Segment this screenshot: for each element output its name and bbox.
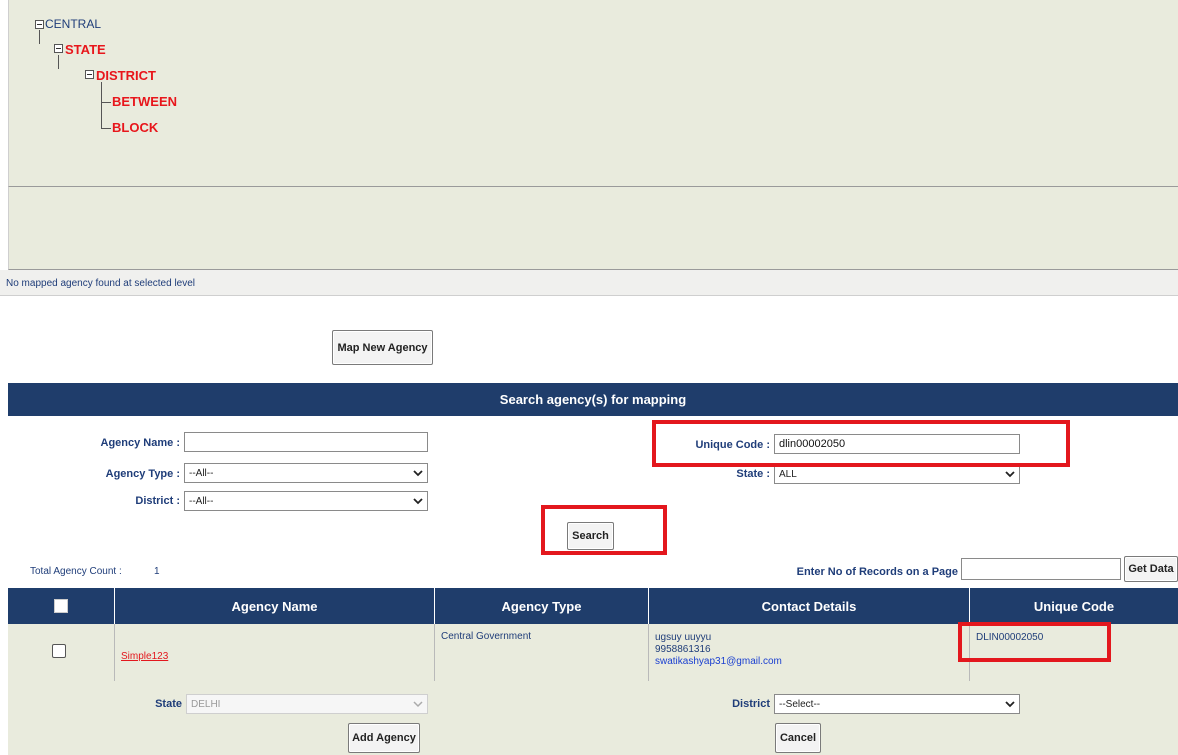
district-value: --All-- xyxy=(189,495,214,507)
status-message: No mapped agency found at selected level xyxy=(6,278,196,289)
hierarchy-tree-panel: CENTRAL STATE DISTRICT BETWEEN BLOCK xyxy=(8,0,1178,187)
agency-table-header: Agency Name Agency Type Contact Details … xyxy=(8,588,1178,624)
collapse-icon[interactable] xyxy=(85,70,95,80)
state-select[interactable]: ALL xyxy=(774,464,1020,484)
contact-name: ugsuy uuyyu xyxy=(655,632,712,643)
chevron-down-icon xyxy=(413,701,423,708)
row-select-cell xyxy=(8,624,114,681)
agency-type-text: Central Government xyxy=(441,631,532,642)
tree-connector xyxy=(101,102,111,103)
select-all-cell xyxy=(8,588,114,624)
tree-node-central[interactable]: CENTRAL xyxy=(45,17,101,31)
add-agency-button[interactable]: Add Agency xyxy=(348,723,420,753)
contact-email[interactable]: swatikashyap31@gmail.com xyxy=(655,656,782,667)
mapped-agency-panel xyxy=(8,187,1178,270)
records-per-page-label: Enter No of Records on a Page xyxy=(796,566,958,578)
tree-connector xyxy=(101,128,111,129)
state-label: State : xyxy=(736,468,770,480)
status-bar: No mapped agency found at selected level xyxy=(0,270,1178,296)
contact-details-cell: ugsuy uuyyu 9958861316 swatikashyap31@gm… xyxy=(648,624,969,681)
tree-connector xyxy=(39,30,40,44)
unique-code-highlight xyxy=(652,420,1070,467)
collapse-icon[interactable] xyxy=(35,20,45,30)
state-value: ALL xyxy=(779,468,797,480)
tree-node-state[interactable]: STATE xyxy=(65,42,106,57)
total-agency-count: 1 xyxy=(154,566,160,577)
collapse-icon[interactable] xyxy=(54,44,64,54)
column-header-contact-details: Contact Details xyxy=(648,588,969,624)
map-new-agency-button[interactable]: Map New Agency xyxy=(332,330,433,365)
tree-node-between[interactable]: BETWEEN xyxy=(112,94,177,109)
chevron-down-icon xyxy=(413,498,423,505)
agency-name-input[interactable] xyxy=(184,432,428,452)
agency-type-label: Agency Type : xyxy=(105,468,180,480)
chevron-down-icon xyxy=(413,470,423,477)
cancel-button[interactable]: Cancel xyxy=(775,723,821,753)
agency-name-link[interactable]: Simple123 xyxy=(121,651,168,662)
total-agency-count-label: Total Agency Count : xyxy=(30,566,122,577)
district-select[interactable]: --All-- xyxy=(184,491,428,511)
tree-node-block[interactable]: BLOCK xyxy=(112,120,158,135)
add-agency-panel xyxy=(8,681,1178,755)
bottom-state-value: DELHI xyxy=(191,698,221,710)
bottom-state-select: DELHI xyxy=(186,694,428,714)
tree-connector xyxy=(101,82,102,128)
agency-type-cell: Central Government xyxy=(434,624,648,681)
chevron-down-icon xyxy=(1005,471,1015,478)
contact-phone: 9958861316 xyxy=(655,644,711,655)
district-label: District : xyxy=(135,495,180,507)
tree-connector xyxy=(58,55,59,69)
bottom-district-value: --Select-- xyxy=(779,698,821,710)
bottom-district-label: District xyxy=(732,698,770,710)
bottom-state-label: State xyxy=(155,698,182,710)
agency-name-cell: Simple123 xyxy=(114,624,434,681)
tree-node-district[interactable]: DISTRICT xyxy=(96,68,156,83)
column-header-unique-code: Unique Code xyxy=(969,588,1178,624)
select-all-checkbox[interactable] xyxy=(54,599,68,613)
records-per-page-input[interactable] xyxy=(961,558,1121,580)
column-header-agency-type: Agency Type xyxy=(434,588,648,624)
get-data-button[interactable]: Get Data xyxy=(1124,556,1178,582)
column-header-agency-name: Agency Name xyxy=(114,588,434,624)
row-checkbox[interactable] xyxy=(52,644,66,658)
agency-type-select[interactable]: --All-- xyxy=(184,463,428,483)
chevron-down-icon xyxy=(1005,701,1015,708)
agency-type-value: --All-- xyxy=(189,467,214,479)
bottom-district-select[interactable]: --Select-- xyxy=(774,694,1020,714)
search-button-highlight xyxy=(541,505,667,555)
unique-code-result-highlight xyxy=(958,622,1111,662)
agency-name-label: Agency Name : xyxy=(100,437,180,449)
search-section-header: Search agency(s) for mapping xyxy=(8,383,1178,416)
